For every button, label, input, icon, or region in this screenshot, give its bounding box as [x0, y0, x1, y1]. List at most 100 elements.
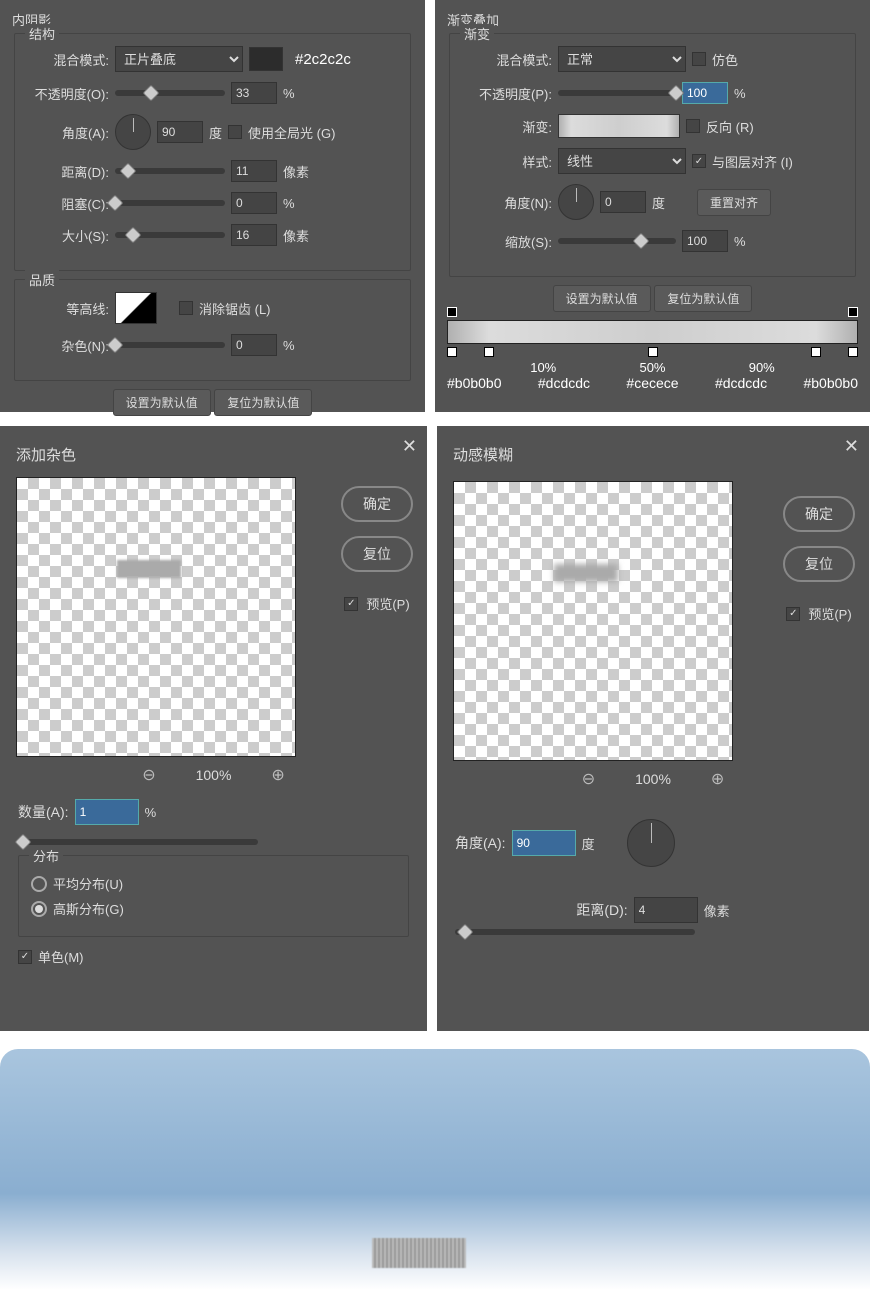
zoom-in-icon[interactable]: ⊕ — [271, 765, 284, 785]
zoom-in-icon[interactable]: ⊕ — [711, 769, 724, 789]
preview-label: 预览(P) — [366, 594, 409, 613]
opacity-input[interactable] — [231, 82, 277, 104]
preview-checkbox[interactable] — [786, 607, 800, 621]
scale-input[interactable] — [682, 230, 728, 252]
antialias-label: 消除锯齿 (L) — [199, 299, 271, 318]
cancel-button[interactable]: 复位 — [783, 546, 855, 582]
cancel-button[interactable]: 复位 — [341, 536, 413, 572]
opacity-slider[interactable] — [558, 90, 676, 96]
choke-input[interactable] — [231, 192, 277, 214]
contour-picker[interactable] — [115, 292, 157, 324]
reverse-checkbox[interactable] — [686, 119, 700, 133]
angle-input[interactable] — [512, 830, 576, 856]
angle-label: 角度(A): — [455, 833, 506, 853]
reset-default-button[interactable]: 复位为默认值 — [654, 285, 752, 312]
stop-10-hex: #dcdcdc — [538, 375, 590, 391]
gradient-editor: 10% 50% 90% #b0b0b0 #dcdcdc #cecece #dcd… — [447, 320, 858, 391]
dither-label: 仿色 — [712, 50, 738, 69]
choke-label: 阻塞(C): — [25, 194, 109, 213]
set-default-button[interactable]: 设置为默认值 — [113, 389, 211, 416]
opacity-input[interactable] — [682, 82, 728, 104]
uniform-radio[interactable] — [31, 876, 47, 892]
gradient-overlay-panel: 渐变叠加 渐变 混合模式: 正常 仿色 不透明度(P): % 渐变: 反向 (R… — [435, 0, 870, 412]
mono-label: 单色(M) — [38, 947, 84, 966]
amount-input[interactable] — [75, 799, 139, 825]
size-slider[interactable] — [115, 232, 225, 238]
antialias-checkbox[interactable] — [179, 301, 193, 315]
global-light-checkbox[interactable] — [228, 125, 242, 139]
style-select[interactable]: 线性 — [558, 148, 686, 174]
size-label: 大小(S): — [25, 226, 109, 245]
inner-shadow-title: 内阴影 — [12, 10, 413, 29]
zoom-level: 100% — [196, 767, 232, 783]
mono-checkbox[interactable] — [18, 950, 32, 964]
color-swatch[interactable] — [249, 47, 283, 71]
preview-box — [453, 481, 733, 761]
distance-input[interactable] — [634, 897, 698, 923]
opacity-slider[interactable] — [115, 90, 225, 96]
stop-50-hex: #cecece — [626, 375, 678, 391]
angle-unit: 度 — [209, 123, 222, 142]
align-label: 与图层对齐 (I) — [712, 152, 793, 171]
stop-10-pct: 10% — [530, 360, 556, 375]
angle-dial[interactable] — [558, 184, 594, 220]
angle-dial[interactable] — [115, 114, 151, 150]
gradient-overlay-title: 渐变叠加 — [447, 10, 858, 29]
gradient-fieldset: 渐变 混合模式: 正常 仿色 不透明度(P): % 渐变: 反向 (R) 样 — [449, 33, 856, 277]
inner-shadow-panel: 内阴影 结构 混合模式: 正片叠底 #2c2c2c 不透明度(O): % 角度(… — [0, 0, 425, 412]
gradient-bar[interactable] — [447, 320, 858, 344]
align-checkbox[interactable] — [692, 154, 706, 168]
ok-button[interactable]: 确定 — [341, 486, 413, 522]
gradient-picker[interactable] — [558, 114, 680, 138]
distance-label: 距离(D): — [576, 900, 627, 920]
blend-mode-label: 混合模式: — [460, 50, 552, 69]
quality-fieldset: 品质 等高线: 消除锯齿 (L) 杂色(N): % — [14, 279, 411, 381]
close-icon[interactable]: ✕ — [402, 436, 417, 457]
noise-label: 杂色(N): — [25, 336, 109, 355]
distance-slider[interactable] — [455, 929, 695, 935]
preview-label: 预览(P) — [808, 604, 851, 623]
gradient-label: 渐变 — [460, 24, 494, 43]
zoom-out-icon[interactable]: ⊖ — [142, 765, 155, 785]
reset-align-button[interactable]: 重置对齐 — [697, 189, 771, 216]
gaussian-radio[interactable] — [31, 901, 47, 917]
angle-input[interactable] — [600, 191, 646, 213]
scale-label: 缩放(S): — [460, 232, 552, 251]
reverse-label: 反向 (R) — [706, 117, 754, 136]
noise-input[interactable] — [231, 334, 277, 356]
gaussian-label: 高斯分布(G) — [53, 899, 124, 918]
noise-slider[interactable] — [115, 342, 225, 348]
angle-label: 角度(A): — [25, 123, 109, 142]
set-default-button[interactable]: 设置为默认值 — [553, 285, 651, 312]
blend-mode-select[interactable]: 正常 — [558, 46, 686, 72]
opacity-label: 不透明度(P): — [460, 84, 552, 103]
uniform-label: 平均分布(U) — [53, 874, 123, 893]
ok-button[interactable]: 确定 — [783, 496, 855, 532]
color-hex: #2c2c2c — [295, 51, 351, 68]
dither-checkbox[interactable] — [692, 52, 706, 66]
scale-unit: % — [734, 234, 746, 249]
stop-50-pct: 50% — [639, 360, 665, 375]
amount-slider[interactable] — [18, 839, 258, 845]
blend-mode-select[interactable]: 正片叠底 — [115, 46, 243, 72]
angle-input[interactable] — [157, 121, 203, 143]
distance-unit: 像素 — [704, 901, 730, 920]
zoom-out-icon[interactable]: ⊖ — [582, 769, 595, 789]
distance-slider[interactable] — [115, 168, 225, 174]
distance-label: 距离(D): — [25, 162, 109, 181]
distance-input[interactable] — [231, 160, 277, 182]
choke-slider[interactable] — [115, 200, 225, 206]
size-input[interactable] — [231, 224, 277, 246]
add-noise-title: 添加杂色 — [8, 434, 419, 473]
angle-dial[interactable] — [627, 819, 675, 867]
scale-slider[interactable] — [558, 238, 676, 244]
preview-checkbox[interactable] — [344, 597, 358, 611]
global-light-label: 使用全局光 (G) — [248, 123, 335, 142]
close-icon[interactable]: ✕ — [844, 436, 859, 457]
motion-blur-dialog: 动感模糊 ✕ 确定 复位 预览(P) ⊖ 100% ⊕ 角度(A): 度 距离 — [437, 426, 869, 1031]
blend-mode-label: 混合模式: — [25, 50, 109, 69]
distance-unit: 像素 — [283, 162, 309, 181]
gradient-picker-label: 渐变: — [460, 117, 552, 136]
reset-default-button[interactable]: 复位为默认值 — [214, 389, 312, 416]
opacity-unit: % — [283, 86, 295, 101]
